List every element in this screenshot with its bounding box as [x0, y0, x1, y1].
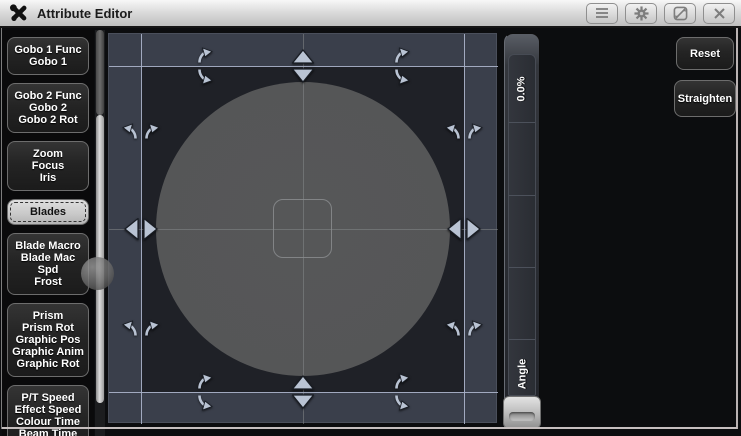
rotate-arrow-icon [466, 320, 483, 337]
rotate-arrow-icon [122, 123, 139, 140]
blade-right-move-handle[interactable] [447, 217, 481, 241]
rotate-arrow-icon [196, 47, 213, 64]
rotate-arrow-icon [143, 320, 160, 337]
resize-icon [673, 6, 688, 21]
arrow-left-icon [124, 218, 139, 240]
window-edge-right[interactable] [736, 28, 738, 429]
menu-icon [595, 7, 609, 19]
arrow-right-icon [466, 218, 481, 240]
arrow-left-icon [447, 218, 462, 240]
rotate-arrow-icon [445, 123, 462, 140]
arrow-right-icon [143, 218, 158, 240]
sidebar-item-blade-macro[interactable]: Blade Macro Blade Mac Spd Frost [7, 233, 89, 295]
wheel-value-container: 0.0% [505, 54, 539, 124]
sidebar-item-gobo1[interactable]: Gobo 1 Func Gobo 1 [7, 37, 89, 75]
attribute-editor-window: Attribute Editor [0, 0, 741, 436]
blade-bottom-rotate-handle-left[interactable] [195, 372, 213, 412]
rotate-arrow-icon [466, 123, 483, 140]
window-title: Attribute Editor [37, 6, 132, 21]
center-target-square [273, 199, 332, 258]
wheel-segment-line [509, 267, 535, 268]
sidebar-item-blades[interactable]: Blades [7, 199, 89, 225]
blade-right-rotate-handle-top[interactable] [444, 122, 484, 140]
titlebar[interactable]: Attribute Editor [0, 0, 741, 28]
blade-top-rotate-handle-left[interactable] [195, 46, 213, 86]
blade-bottom-rotate-handle-right[interactable] [392, 372, 410, 412]
rotate-arrow-icon [196, 394, 213, 411]
wheel-label: Angle [516, 359, 528, 390]
rotate-arrow-icon [143, 123, 160, 140]
angle-wheel[interactable]: 0.0% Angle [504, 33, 540, 430]
crossed-tools-icon [8, 2, 30, 24]
splitter-grab-knob[interactable] [81, 257, 114, 290]
reset-button[interactable]: Reset [676, 37, 734, 70]
rotate-arrow-icon [393, 68, 410, 85]
settings-button[interactable] [625, 3, 657, 24]
attribute-group-sidebar: Gobo 1 Func Gobo 1 Gobo 2 Func Gobo 2 Go… [2, 30, 94, 436]
arrow-up-icon [292, 375, 314, 390]
resize-button[interactable] [664, 3, 696, 24]
window-edge-left [1, 28, 2, 429]
blade-top-move-handle[interactable] [291, 49, 315, 83]
sidebar-item-zoom-focus-iris[interactable]: Zoom Focus Iris [7, 141, 89, 191]
blade-left-rotate-handle-top[interactable] [121, 122, 161, 140]
wheel-segment-line [509, 195, 535, 196]
arrow-up-icon [292, 49, 314, 64]
titlebar-buttons [586, 3, 735, 24]
blade-left-rotate-handle-bottom[interactable] [121, 319, 161, 337]
blade-bottom-move-handle[interactable] [291, 375, 315, 409]
blade-top-rotate-handle-right[interactable] [392, 46, 410, 86]
blade-left-move-handle[interactable] [124, 217, 158, 241]
sidebar-item-gobo2[interactable]: Gobo 2 Func Gobo 2 Gobo 2 Rot [7, 83, 89, 133]
gear-icon [634, 6, 649, 21]
rotate-arrow-icon [445, 320, 462, 337]
rotate-arrow-icon [393, 47, 410, 64]
close-button[interactable] [703, 3, 735, 24]
blade-canvas[interactable] [108, 33, 497, 423]
rotate-arrow-icon [122, 320, 139, 337]
wheel-thumb-grip [509, 412, 535, 421]
rotate-arrow-icon [196, 68, 213, 85]
sidebar-item-prism-graphic[interactable]: Prism Prism Rot Graphic Pos Graphic Anim… [7, 303, 89, 377]
window-edge-bottom[interactable] [2, 427, 737, 429]
wheel-value: 0.0% [516, 76, 528, 101]
arrow-down-icon [292, 68, 314, 83]
menu-button[interactable] [586, 3, 618, 24]
arrow-down-icon [292, 394, 314, 409]
straighten-button[interactable]: Straighten [674, 80, 736, 117]
close-icon [713, 7, 726, 20]
blade-right-rotate-handle-bottom[interactable] [444, 319, 484, 337]
sidebar-scrollbar[interactable] [95, 30, 105, 436]
rotate-arrow-icon [393, 394, 410, 411]
rotate-arrow-icon [393, 373, 410, 390]
scrollbar-track-top[interactable] [96, 30, 104, 115]
rotate-arrow-icon [196, 373, 213, 390]
wheel-thumb[interactable] [503, 396, 541, 429]
